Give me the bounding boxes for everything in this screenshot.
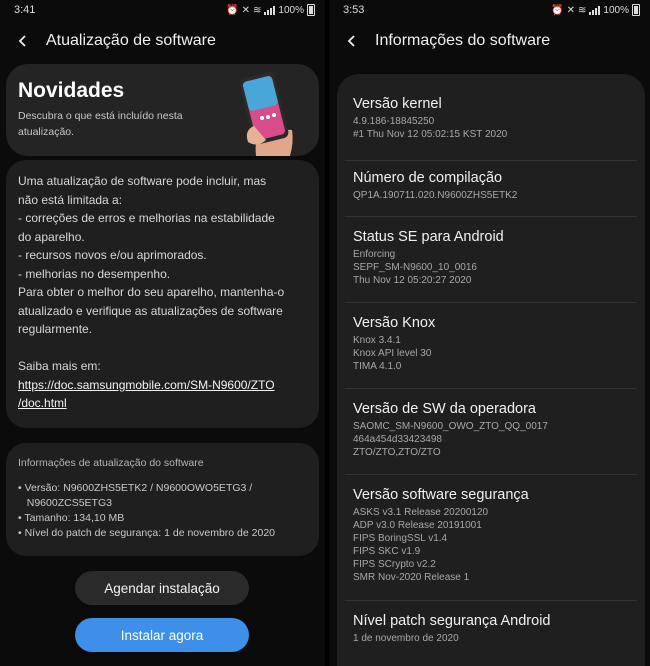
- section-value: FIPS BoringSSL v1.4: [353, 533, 448, 544]
- description-line: regularmente.: [18, 322, 93, 336]
- section-value: 1 de novembro de 2020: [353, 633, 459, 644]
- update-description: Uma atualização de software pode incluir…: [18, 172, 310, 413]
- section-value: ZTO/ZTO,ZTO/ZTO: [353, 447, 441, 458]
- description-line: - melhorias no desempenho.: [18, 266, 171, 281]
- divider: [345, 302, 637, 303]
- info-item: • Versão: N9600ZHS5ETK2 / N9600OWO5ETG3 …: [18, 482, 253, 494]
- description-line: atualizado e verifique as atualizações d…: [18, 303, 283, 318]
- update-info-title: Informações de atualização do software: [18, 457, 204, 469]
- section-title: Nível patch segurança Android: [353, 613, 551, 629]
- info-section-knox[interactable]: Versão Knox Knox 3.4.1 Knox API level 30…: [345, 315, 645, 373]
- left-screen: 3:41 ⏰ ✕ ≋ 100% Atualização de software …: [0, 0, 325, 666]
- status-time: 3:41: [14, 4, 36, 16]
- update-info-list: • Versão: N9600ZHS5ETK2 / N9600OWO5ETG3 …: [18, 481, 310, 541]
- schedule-install-button[interactable]: Agendar instalação: [75, 571, 249, 605]
- section-value: FIPS SKC v1.9: [353, 546, 421, 557]
- section-value: SMR Nov-2020 Release 1: [353, 572, 470, 583]
- description-line: Para obter o melhor do seu aparelho, man…: [18, 285, 285, 299]
- info-section-se-android[interactable]: Status SE para Android Enforcing SEPF_SM…: [345, 229, 645, 287]
- signal-icon: [264, 5, 276, 15]
- wifi-icon: ≋: [578, 4, 587, 16]
- status-icons: ⏰ ✕ ≋ 100%: [226, 4, 315, 16]
- battery-icon: [307, 4, 315, 16]
- section-value: ADP v3.0 Release 20191001: [353, 520, 482, 531]
- battery-level: 100%: [278, 4, 304, 16]
- whats-new-card: Novidades Descubra o que está incluído n…: [6, 64, 319, 156]
- wifi-icon: ≋: [253, 4, 262, 16]
- section-title: Versão kernel: [353, 96, 442, 112]
- mute-icon: ✕: [241, 4, 251, 16]
- page-title: Atualização de software: [46, 32, 216, 49]
- back-arrow-icon[interactable]: [12, 30, 34, 52]
- status-time: 3:53: [343, 4, 365, 16]
- info-item: • Nível do patch de segurança: 1 de nove…: [18, 527, 276, 539]
- battery-icon: [632, 4, 640, 16]
- divider: [345, 160, 637, 161]
- whats-new-subtitle: Descubra o que está incluído nesta atual…: [18, 110, 183, 138]
- description-line: - recursos novos e/ou aprimorados.: [18, 248, 207, 262]
- doc-link[interactable]: https://doc.samsungmobile.com/SM-N9600/Z…: [18, 376, 310, 395]
- status-icons: ⏰ ✕ ≋ 100%: [551, 4, 640, 16]
- description-line: Uma atualização de software pode incluir…: [18, 174, 267, 188]
- info-item: N9600ZCS5ETG3: [18, 497, 112, 509]
- section-value: SAOMC_SM-N9600_OWO_ZTO_QQ_0017: [353, 421, 548, 432]
- section-title: Status SE para Android: [353, 229, 504, 245]
- phone-illustration-icon: [239, 71, 293, 156]
- section-value: 4.9.186-18845250: [353, 116, 435, 127]
- update-details-card: Uma atualização de software pode incluir…: [6, 160, 319, 428]
- doc-link-continued[interactable]: /doc.html: [18, 394, 310, 413]
- whats-new-title: Novidades: [18, 79, 125, 102]
- section-value: 464a454d33423498: [353, 434, 442, 445]
- section-value: FIPS SCrypto v2.2: [353, 559, 436, 570]
- software-info-card: Versão kernel 4.9.186-18845250 #1 Thu No…: [337, 74, 645, 666]
- section-value: ASKS v3.1 Release 20200120: [353, 507, 489, 518]
- section-value: QP1A.190711.020.N9600ZHS5ETK2: [353, 190, 518, 201]
- section-value: Thu Nov 12 05:20:27 2020: [353, 275, 472, 286]
- info-section-security-software[interactable]: Versão software segurança ASKS v3.1 Rele…: [345, 487, 645, 584]
- divider: [345, 600, 637, 601]
- info-section-carrier-sw[interactable]: Versão de SW da operadora SAOMC_SM-N9600…: [345, 401, 645, 459]
- status-bar: 3:53 ⏰ ✕ ≋ 100%: [329, 0, 650, 20]
- back-arrow-icon[interactable]: [341, 30, 363, 52]
- description-line: não está limitada a:: [18, 192, 123, 207]
- info-section-android-patch[interactable]: Nível patch segurança Android 1 de novem…: [345, 613, 645, 645]
- section-value: Enforcing: [353, 249, 396, 260]
- info-item: • Tamanho: 134,10 MB: [18, 512, 125, 524]
- signal-icon: [589, 5, 601, 15]
- divider: [345, 216, 637, 217]
- divider: [345, 474, 637, 475]
- info-section-build-number[interactable]: Número de compilação QP1A.190711.020.N96…: [345, 170, 645, 202]
- section-value: Knox API level 30: [353, 348, 432, 359]
- update-info-card: Informações de atualização do software •…: [6, 443, 319, 556]
- learn-more-label: Saiba mais em:: [18, 359, 101, 373]
- mute-icon: ✕: [566, 4, 576, 16]
- section-title: Versão Knox: [353, 315, 436, 331]
- section-title: Versão de SW da operadora: [353, 401, 536, 417]
- divider: [345, 388, 637, 389]
- right-screen: 3:53 ⏰ ✕ ≋ 100% Informações do software …: [329, 0, 650, 666]
- install-now-button[interactable]: Instalar agora: [75, 618, 249, 652]
- section-title: Número de compilação: [353, 170, 503, 186]
- status-bar: 3:41 ⏰ ✕ ≋ 100%: [0, 0, 325, 20]
- alarm-icon: ⏰: [226, 4, 239, 16]
- description-line: do aparelho.: [18, 229, 85, 244]
- section-title: Versão software segurança: [353, 487, 529, 503]
- app-bar: Informações do software: [329, 20, 650, 62]
- info-section-kernel[interactable]: Versão kernel 4.9.186-18845250 #1 Thu No…: [345, 96, 645, 141]
- description-line: - correções de erros e melhorias na esta…: [18, 211, 275, 225]
- app-bar: Atualização de software: [0, 20, 325, 62]
- battery-level: 100%: [603, 4, 629, 16]
- page-title: Informações do software: [375, 32, 551, 49]
- section-value: TIMA 4.1.0: [353, 361, 402, 372]
- section-value: Knox 3.4.1: [353, 335, 401, 346]
- section-value: #1 Thu Nov 12 05:02:15 KST 2020: [353, 129, 508, 140]
- section-value: SEPF_SM-N9600_10_0016: [353, 262, 477, 273]
- alarm-icon: ⏰: [551, 4, 564, 16]
